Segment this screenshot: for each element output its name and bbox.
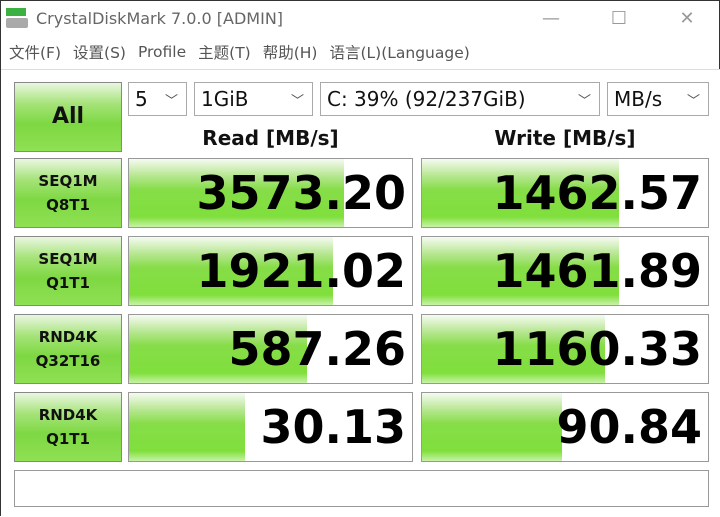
read-result: 587.26: [128, 314, 413, 384]
menu-profile[interactable]: Profile: [138, 43, 186, 61]
title-bar: CrystalDiskMark 7.0.0 [ADMIN] — ☐ ✕: [1, 1, 720, 35]
test-button-2[interactable]: RND4K Q32T16: [14, 314, 122, 384]
read-value: 587.26: [228, 322, 406, 376]
read-value: 1921.02: [196, 244, 406, 298]
write-header: Write [MB/s]: [494, 126, 636, 150]
unit-select[interactable]: MB/s ﹀: [607, 82, 709, 116]
menu-help[interactable]: 帮助(H): [263, 41, 318, 63]
test-button-1[interactable]: SEQ1M Q1T1: [14, 236, 122, 306]
disk-icon: [6, 8, 28, 28]
test-label: RND4K: [38, 328, 98, 346]
read-result: 3573.20: [128, 158, 413, 228]
close-button[interactable]: ✕: [653, 1, 720, 35]
drive-select[interactable]: C: 39% (92/237GiB) ﹀: [320, 82, 600, 116]
all-button[interactable]: All: [14, 82, 122, 152]
read-result: 30.13: [128, 392, 413, 462]
drive-value: C: 39% (92/237GiB): [327, 87, 526, 111]
write-value: 90.84: [556, 400, 702, 454]
write-result: 1462.57: [421, 158, 709, 228]
menu-language[interactable]: 语言(L)(Language): [329, 41, 469, 63]
status-bar: [14, 470, 709, 507]
unit-value: MB/s: [614, 87, 663, 111]
test-button-3[interactable]: RND4K Q1T1: [14, 392, 122, 462]
size-select[interactable]: 1GiB ﹀: [194, 82, 313, 116]
count-value: 5: [135, 87, 148, 111]
test-label: SEQ1M: [38, 250, 98, 268]
maximize-button[interactable]: ☐: [585, 1, 653, 35]
menu-file[interactable]: 文件(F): [9, 41, 61, 63]
test-params: Q1T1: [46, 274, 90, 292]
read-value: 3573.20: [196, 166, 406, 220]
read-result: 1921.02: [128, 236, 413, 306]
chevron-down-icon: ﹀: [290, 93, 304, 109]
write-value: 1160.33: [492, 322, 702, 376]
test-button-0[interactable]: SEQ1M Q8T1: [14, 158, 122, 228]
chevron-down-icon: ﹀: [686, 93, 700, 109]
test-params: Q8T1: [46, 196, 90, 214]
write-value: 1461.89: [492, 244, 702, 298]
write-value: 1462.57: [492, 166, 702, 220]
test-params: Q32T16: [35, 352, 101, 370]
menu-bar: 文件(F) 设置(S) Profile 主题(T) 帮助(H) 语言(L)(La…: [1, 37, 474, 67]
menu-theme[interactable]: 主题(T): [198, 41, 251, 63]
write-result: 90.84: [421, 392, 709, 462]
test-params: Q1T1: [46, 430, 90, 448]
write-result: 1160.33: [421, 314, 709, 384]
size-value: 1GiB: [201, 87, 249, 111]
write-result: 1461.89: [421, 236, 709, 306]
count-select[interactable]: 5 ﹀: [128, 82, 187, 116]
main-panel: All 5 ﹀ 1GiB ﹀ C: 39% (92/237GiB) ﹀ MB/s ﹀ R…: [1, 69, 720, 517]
test-label: RND4K: [38, 406, 98, 424]
minimize-button[interactable]: —: [517, 1, 585, 35]
read-header: Read [MB/s]: [202, 126, 339, 150]
test-label: SEQ1M: [38, 172, 98, 190]
window-title: CrystalDiskMark 7.0.0 [ADMIN]: [36, 8, 284, 28]
chevron-down-icon: ﹀: [577, 93, 591, 109]
write-bar: [422, 393, 563, 461]
chevron-down-icon: ﹀: [164, 93, 178, 109]
menu-settings[interactable]: 设置(S): [73, 41, 126, 63]
read-value: 30.13: [260, 400, 406, 454]
read-bar: [129, 393, 246, 461]
